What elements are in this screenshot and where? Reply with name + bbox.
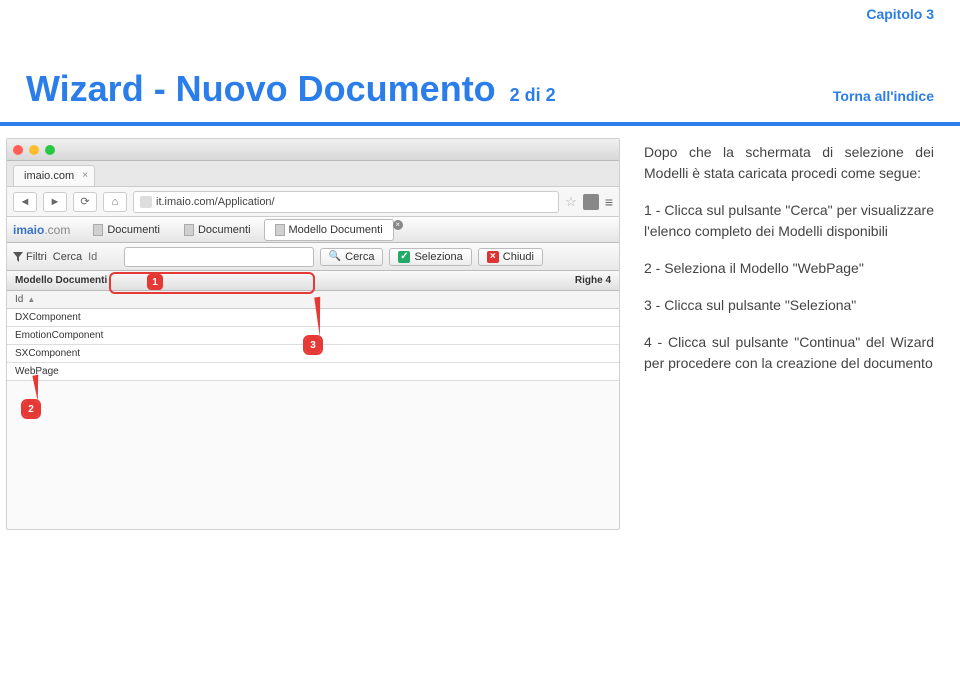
instruction-intro: Dopo che la schermata di selezione dei M… — [644, 142, 934, 184]
window-titlebar — [7, 139, 619, 161]
document-icon — [184, 224, 194, 236]
forward-button[interactable]: ► — [43, 192, 67, 212]
minimize-icon — [29, 145, 39, 155]
embedded-screenshot: imaio.com × ◄ ► ⟳ ⌂ it.imaio.com/Applica… — [6, 138, 620, 530]
extension-icon[interactable] — [583, 194, 599, 210]
document-icon — [93, 224, 103, 236]
callout-badge-2: 2 — [23, 401, 39, 417]
title-bar: Wizard - Nuovo Documento 2 di 2 Torna al… — [0, 68, 960, 126]
menu-icon[interactable]: ≡ — [605, 194, 613, 210]
list-item[interactable]: WebPage — [7, 363, 619, 381]
search-input[interactable] — [124, 247, 314, 267]
search-button[interactable]: 🔍 Cerca — [320, 248, 383, 266]
search-field-name: Id — [88, 251, 118, 263]
list-item[interactable]: DXComponent — [7, 309, 619, 327]
browser-tab[interactable]: imaio.com × — [13, 165, 95, 186]
instruction-step-2: 2 - Seleziona il Modello "WebPage" — [644, 258, 934, 279]
filter-label: Filtri — [13, 251, 47, 263]
url-bar[interactable]: it.imaio.com/Application/ — [133, 191, 559, 213]
description-panel: Dopo che la schermata di selezione dei M… — [644, 142, 934, 390]
reload-button[interactable]: ⟳ — [73, 192, 97, 212]
close-icon — [13, 145, 23, 155]
bookmark-icon[interactable]: ☆ — [565, 194, 577, 210]
grid-header: Modello Documenti Righe 4 — [7, 271, 619, 291]
chapter-label: Capitolo 3 — [866, 6, 934, 22]
app-tab-documenti-2[interactable]: Documenti — [173, 219, 262, 241]
tab-close-icon[interactable]: × — [393, 220, 403, 230]
page-subtitle: 2 di 2 — [510, 85, 556, 106]
page-title: Wizard - Nuovo Documento — [26, 68, 496, 110]
browser-tab-strip: imaio.com × — [7, 161, 619, 187]
search-icon: 🔍 — [329, 251, 341, 263]
grid-title: Modello Documenti — [15, 275, 107, 286]
callout-badge-3: 3 — [305, 337, 321, 353]
browser-tab-title: imaio.com — [24, 170, 74, 182]
instruction-step-1: 1 - Clicca sul pulsante "Cerca" per visu… — [644, 200, 934, 242]
close-button[interactable]: × Chiudi — [478, 248, 543, 266]
app-tab-documenti[interactable]: Documenti — [82, 219, 171, 241]
page-icon — [140, 196, 152, 208]
back-to-index-link[interactable]: Torna all'indice — [833, 88, 934, 104]
toolbar: Filtri Cerca Id 🔍 Cerca ✓ Seleziona × Ch… — [7, 243, 619, 271]
back-button[interactable]: ◄ — [13, 192, 37, 212]
sort-asc-icon: ▲ — [27, 295, 35, 304]
app-logo: imaio.com — [13, 223, 80, 237]
app-tab-strip: imaio.com Documenti Documenti Modello Do… — [7, 217, 619, 243]
document-icon — [275, 224, 285, 236]
instruction-step-4: 4 - Clicca sul pulsante "Continua" del W… — [644, 332, 934, 374]
app-tab-modello[interactable]: Modello Documenti × — [264, 219, 394, 241]
browser-nav-bar: ◄ ► ⟳ ⌂ it.imaio.com/Application/ ☆ ≡ — [7, 187, 619, 217]
instruction-step-3: 3 - Clicca sul pulsante "Seleziona" — [644, 295, 934, 316]
search-field-label: Cerca — [53, 251, 82, 263]
check-icon: ✓ — [398, 251, 410, 263]
select-button[interactable]: ✓ Seleziona — [389, 248, 471, 266]
home-button[interactable]: ⌂ — [103, 192, 127, 212]
callout-badge-1: 1 — [147, 274, 163, 290]
row-count-label: Righe 4 — [575, 275, 611, 286]
close-icon: × — [487, 251, 499, 263]
funnel-icon — [13, 252, 23, 262]
column-header[interactable]: Id ▲ — [7, 291, 619, 309]
url-text: it.imaio.com/Application/ — [156, 196, 275, 208]
maximize-icon — [45, 145, 55, 155]
tab-close-icon[interactable]: × — [82, 170, 88, 181]
